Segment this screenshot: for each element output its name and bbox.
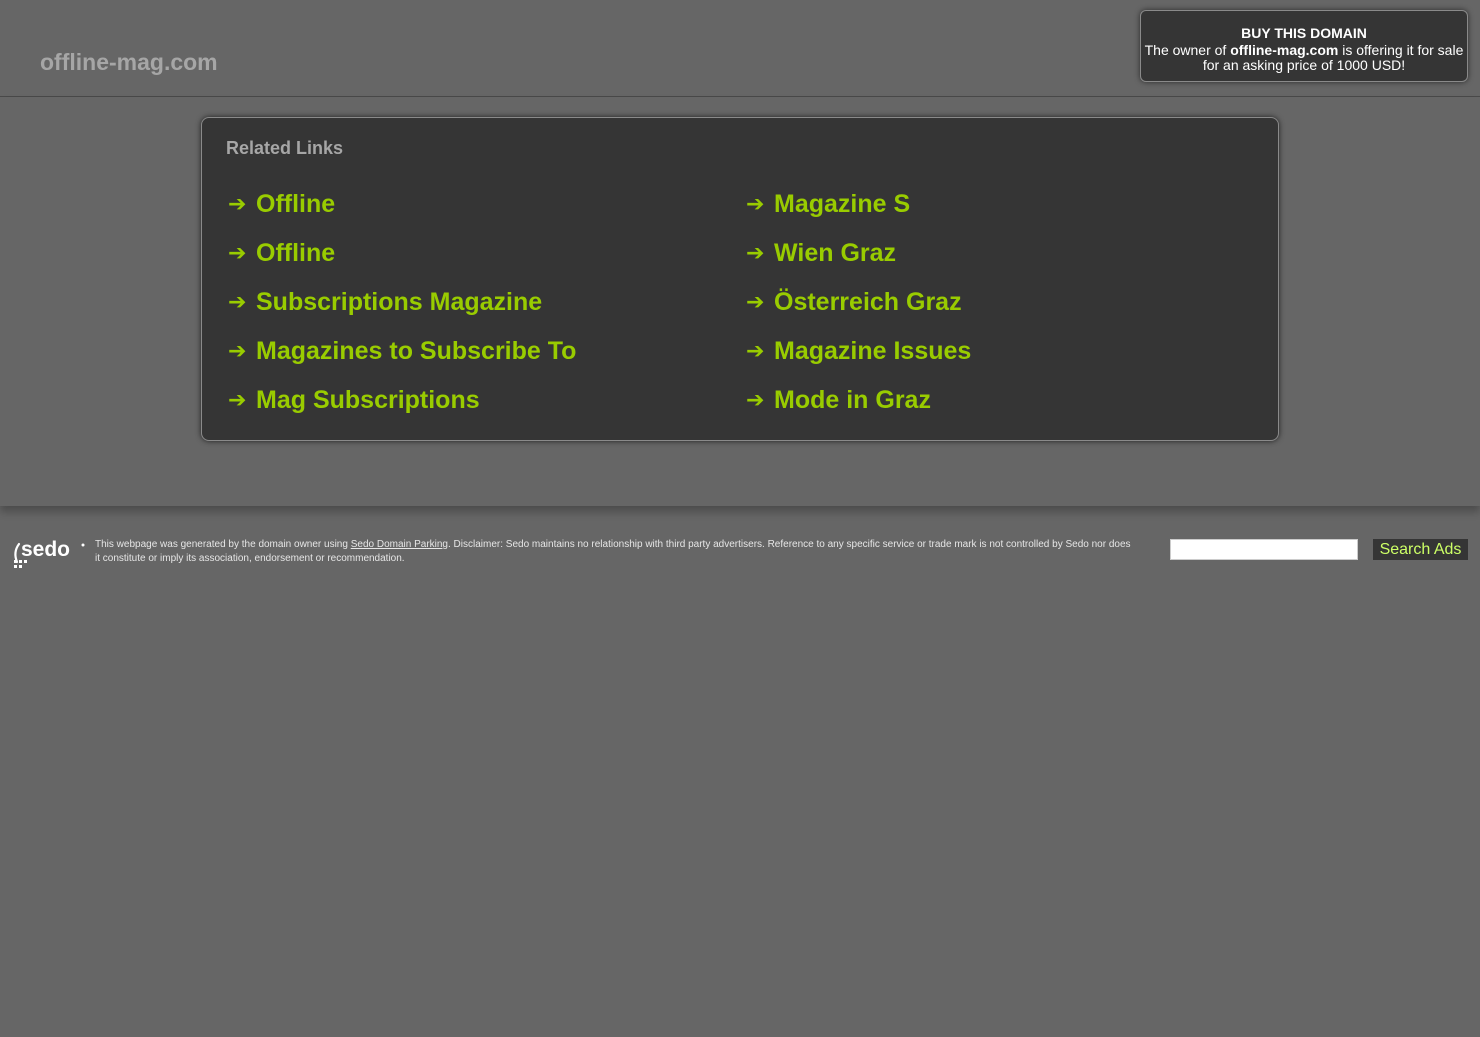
arrow-right-icon: ➔ <box>228 388 247 413</box>
related-link[interactable]: ➔ Subscriptions Magazine <box>228 278 728 327</box>
related-links-left-column: ➔ Offline ➔ Offline ➔ Subscriptions Maga… <box>228 180 728 425</box>
arrow-right-icon: ➔ <box>228 241 247 266</box>
related-link[interactable]: ➔ Offline <box>228 229 728 278</box>
search-ads-button[interactable]: Search Ads <box>1373 539 1468 560</box>
related-link[interactable]: ➔ Magazines to Subscribe To <box>228 327 728 376</box>
arrow-right-icon: ➔ <box>746 241 765 266</box>
arrow-right-icon: ➔ <box>746 339 765 364</box>
related-links-right-column: ➔ Magazine S ➔ Wien Graz ➔ Österreich Gr… <box>746 180 1246 425</box>
sedo-logo-text: sedo <box>21 538 70 561</box>
related-link[interactable]: ➔ Mode in Graz <box>746 376 1246 425</box>
related-link-label[interactable]: Offline <box>256 190 335 219</box>
related-link-label[interactable]: Magazine Issues <box>774 337 971 366</box>
arrow-right-icon: ➔ <box>746 388 765 413</box>
site-title[interactable]: offline-mag.com <box>40 48 218 76</box>
related-links-title: Related Links <box>226 138 344 158</box>
buy-domain-title[interactable]: BUY THIS DOMAIN <box>1141 26 1467 41</box>
disclaimer-prefix: This webpage was generated by the domain… <box>95 539 351 550</box>
related-link[interactable]: ➔ Mag Subscriptions <box>228 376 728 425</box>
sedo-logo[interactable]: sedo <box>11 534 87 570</box>
sedo-domain-parking-link[interactable]: Sedo Domain Parking <box>351 539 448 550</box>
arrow-right-icon: ➔ <box>746 192 765 217</box>
arrow-right-icon: ➔ <box>228 339 247 364</box>
related-link-label[interactable]: Wien Graz <box>774 239 896 268</box>
search-ads-input[interactable] <box>1170 539 1358 560</box>
related-link-label[interactable]: Subscriptions Magazine <box>256 288 542 317</box>
buy-text-prefix: The owner of <box>1144 42 1231 58</box>
related-link[interactable]: ➔ Wien Graz <box>746 229 1246 278</box>
buy-domain-box[interactable]: BUY THIS DOMAIN The owner of offline-mag… <box>1140 10 1468 82</box>
related-link-label[interactable]: Mag Subscriptions <box>256 386 480 415</box>
footer-disclaimer: This webpage was generated by the domain… <box>95 538 1135 566</box>
arrow-right-icon: ➔ <box>228 290 247 315</box>
related-link[interactable]: ➔ Offline <box>228 180 728 229</box>
related-link[interactable]: ➔ Magazine Issues <box>746 327 1246 376</box>
buy-domain-name: offline-mag.com <box>1230 42 1339 58</box>
related-links-panel: Related Links ➔ Offline ➔ Offline ➔ Subs… <box>201 117 1279 441</box>
related-link-label[interactable]: Offline <box>256 239 335 268</box>
related-link-label[interactable]: Magazines to Subscribe To <box>256 337 576 366</box>
arrow-right-icon: ➔ <box>746 290 765 315</box>
related-link-label[interactable]: Österreich Graz <box>774 288 962 317</box>
related-link-label[interactable]: Mode in Graz <box>774 386 931 415</box>
related-link[interactable]: ➔ Magazine S <box>746 180 1246 229</box>
related-link[interactable]: ➔ Österreich Graz <box>746 278 1246 327</box>
arrow-right-icon: ➔ <box>228 192 247 217</box>
related-link-label[interactable]: Magazine S <box>774 190 910 219</box>
